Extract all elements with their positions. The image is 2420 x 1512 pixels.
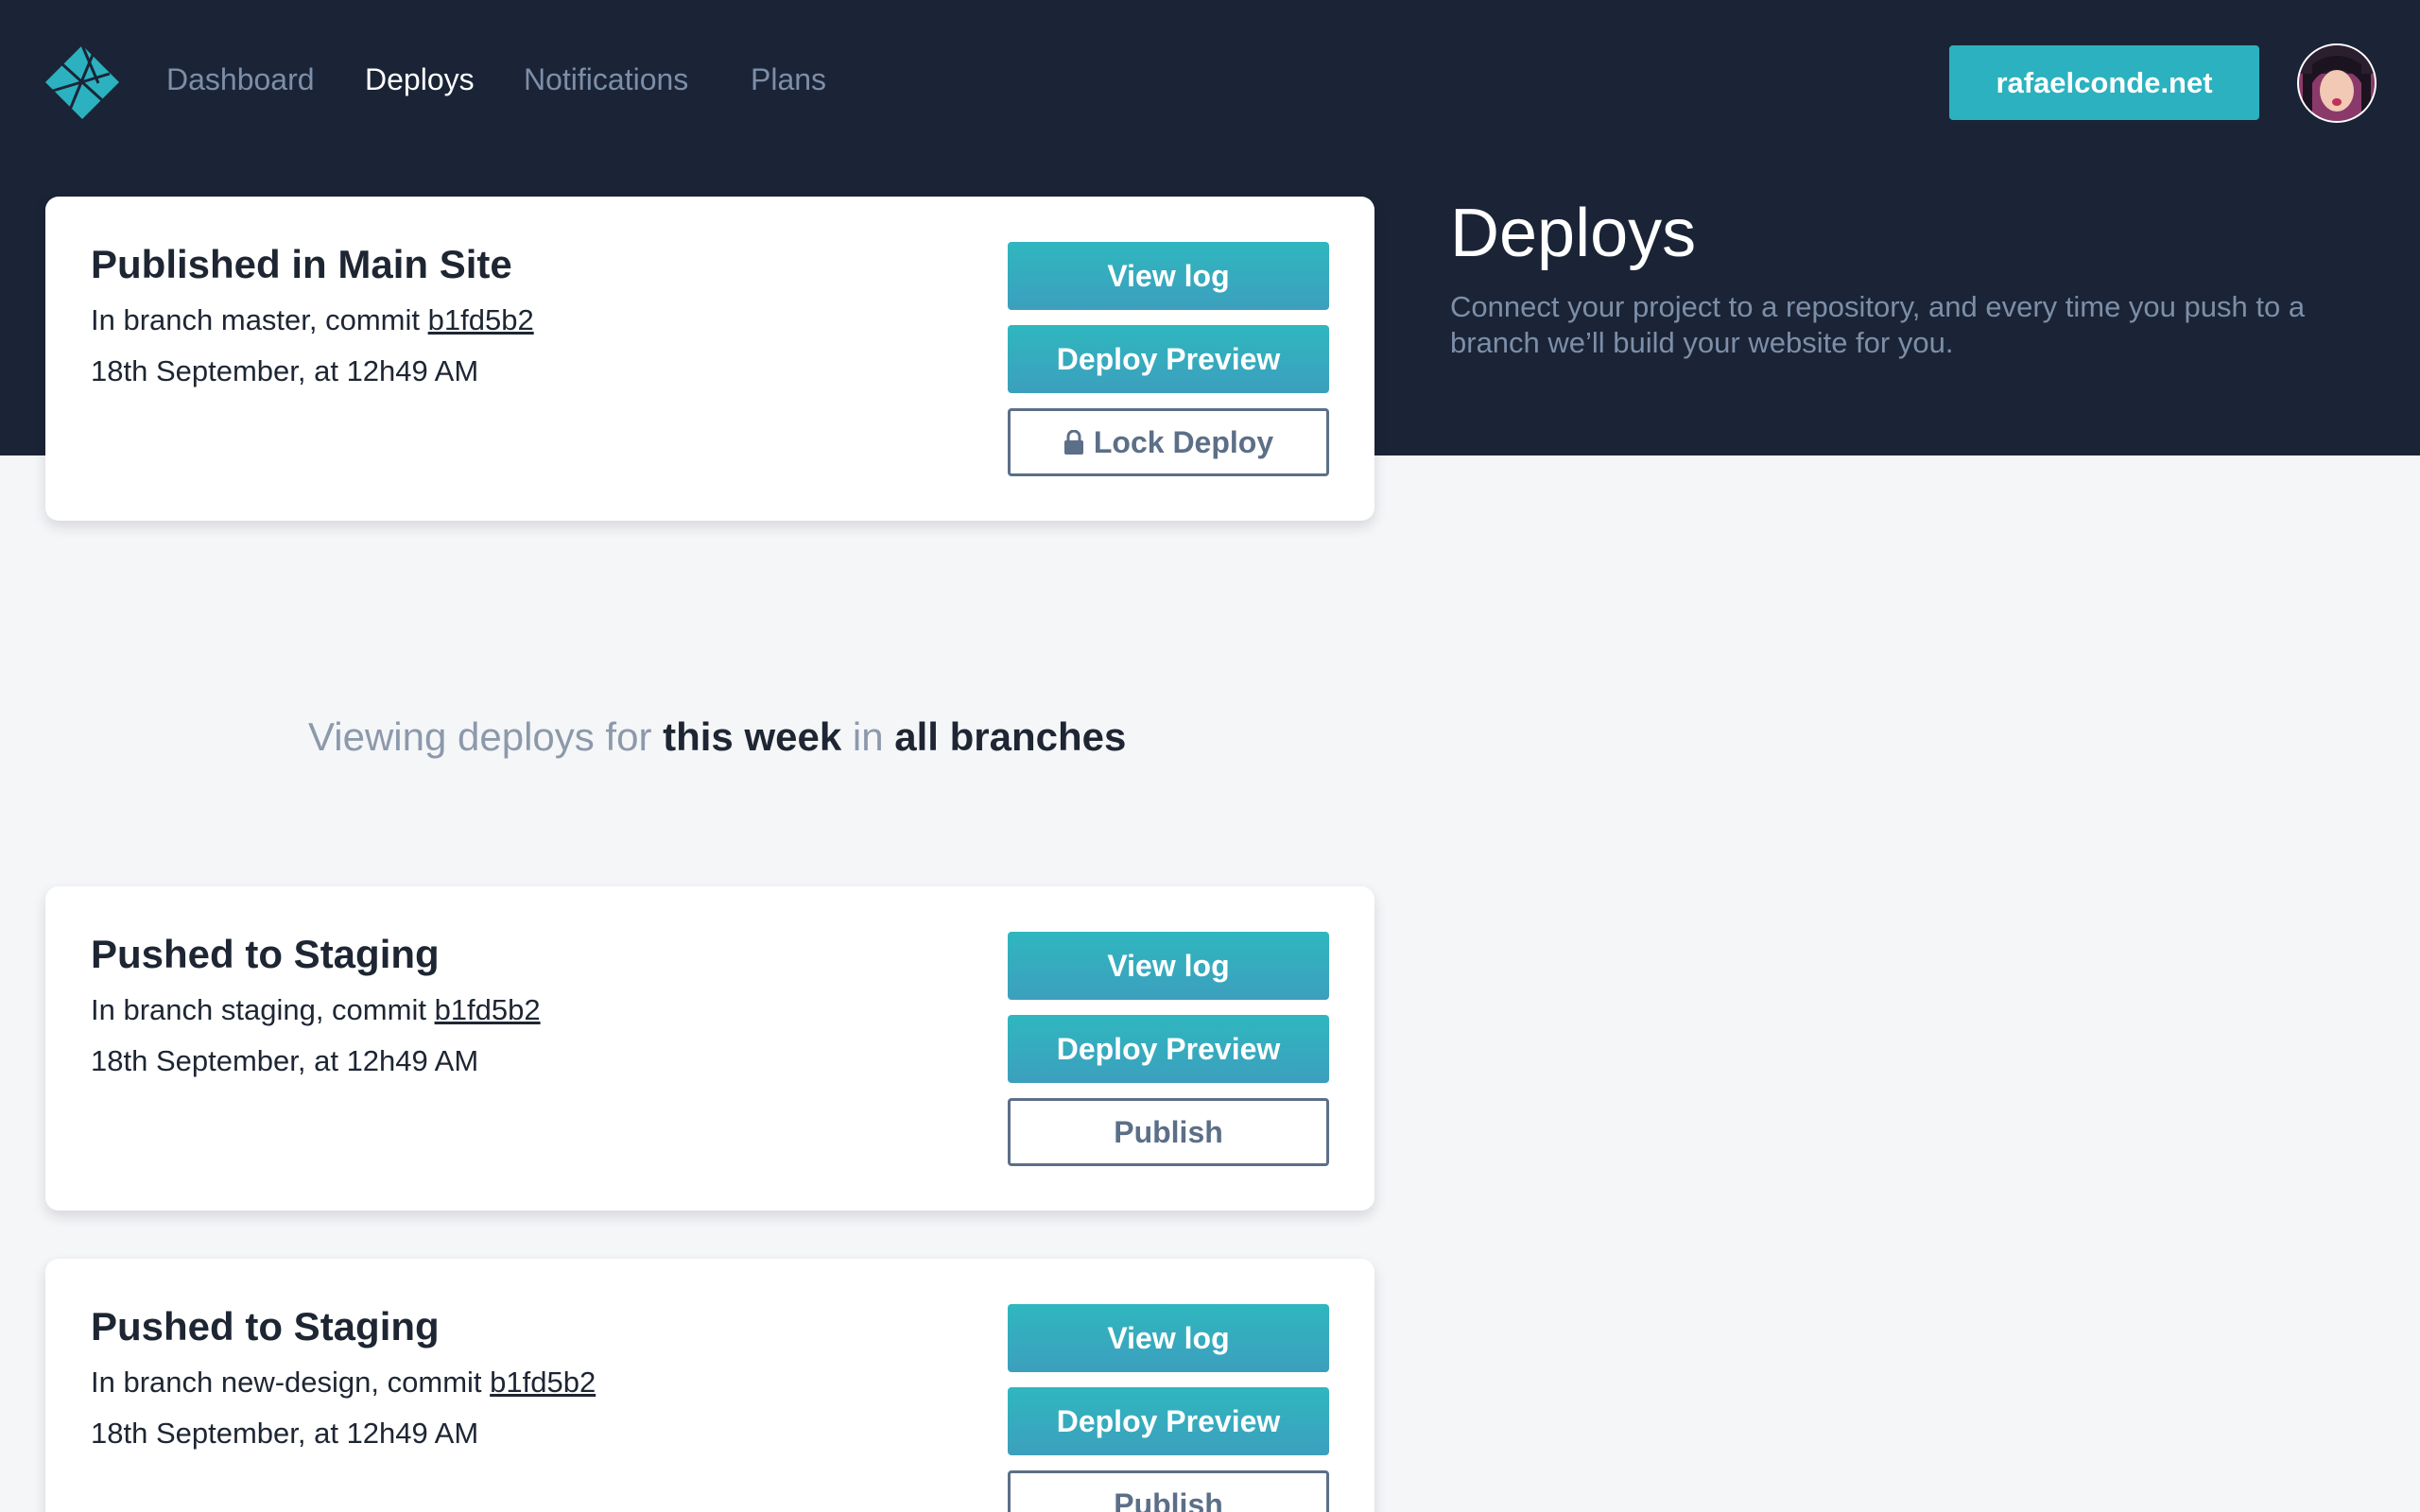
deploy-filter-summary: Viewing deploys for this week in all bra… — [308, 714, 1126, 760]
netlify-logo-icon[interactable] — [43, 43, 121, 121]
site-selector-button[interactable]: rafaelconde.net — [1949, 45, 2259, 120]
branch-commit-line: In branch master, commit b1fd5b2 — [91, 303, 534, 337]
view-log-button[interactable]: View log — [1008, 242, 1329, 310]
view-log-button[interactable]: View log — [1008, 932, 1329, 1000]
commit-link[interactable]: b1fd5b2 — [435, 993, 541, 1026]
view-log-button[interactable]: View log — [1008, 1304, 1329, 1372]
deploy-preview-button[interactable]: Deploy Preview — [1008, 1015, 1329, 1083]
deploy-preview-button[interactable]: Deploy Preview — [1008, 1387, 1329, 1455]
filter-middle: in — [841, 714, 895, 759]
nav-plans[interactable]: Plans — [751, 62, 826, 97]
branch-commit-line: In branch new-design, commit b1fd5b2 — [91, 1366, 596, 1400]
nav-notifications[interactable]: Notifications — [524, 62, 688, 97]
publish-button[interactable]: Publish — [1008, 1098, 1329, 1166]
deploy-card: Pushed to Staging In branch new-design, … — [45, 1259, 1374, 1512]
nav-deploys[interactable]: Deploys — [365, 62, 475, 97]
top-navigation: Dashboard Deploys Notifications Plans ra… — [0, 0, 2420, 166]
page-title: Deploys — [1450, 196, 1697, 271]
user-avatar[interactable] — [2297, 43, 2377, 123]
deploy-preview-button[interactable]: Deploy Preview — [1008, 325, 1329, 393]
publish-button[interactable]: Publish — [1008, 1470, 1329, 1512]
card-title: Published in Main Site — [91, 242, 512, 286]
lock-deploy-label: Lock Deploy — [1093, 424, 1274, 459]
deploy-date: 18th September, at 12h49 AM — [91, 1044, 479, 1077]
deploy-date: 18th September, at 12h49 AM — [91, 1417, 479, 1450]
lock-deploy-button[interactable]: Lock Deploy — [1008, 408, 1329, 476]
branch-text: In branch master, commit — [91, 303, 428, 336]
filter-branches[interactable]: all branches — [894, 714, 1126, 759]
avatar-image-icon — [2299, 45, 2375, 121]
lock-icon — [1063, 430, 1083, 455]
published-deploy-card: Published in Main Site In branch master,… — [45, 197, 1374, 521]
card-title: Pushed to Staging — [91, 1304, 440, 1349]
branch-text: In branch staging, commit — [91, 993, 435, 1026]
page-description: Connect your project to a repository, an… — [1450, 290, 2306, 359]
filter-prefix: Viewing deploys for — [308, 714, 664, 759]
branch-text: In branch new-design, commit — [91, 1366, 491, 1399]
branch-commit-line: In branch staging, commit b1fd5b2 — [91, 993, 541, 1027]
deploy-card: Pushed to Staging In branch staging, com… — [45, 886, 1374, 1211]
card-title: Pushed to Staging — [91, 932, 440, 976]
commit-link[interactable]: b1fd5b2 — [490, 1366, 596, 1399]
filter-period[interactable]: this week — [663, 714, 841, 759]
commit-link[interactable]: b1fd5b2 — [428, 303, 534, 336]
deploy-date: 18th September, at 12h49 AM — [91, 354, 479, 387]
nav-dashboard[interactable]: Dashboard — [166, 62, 315, 97]
